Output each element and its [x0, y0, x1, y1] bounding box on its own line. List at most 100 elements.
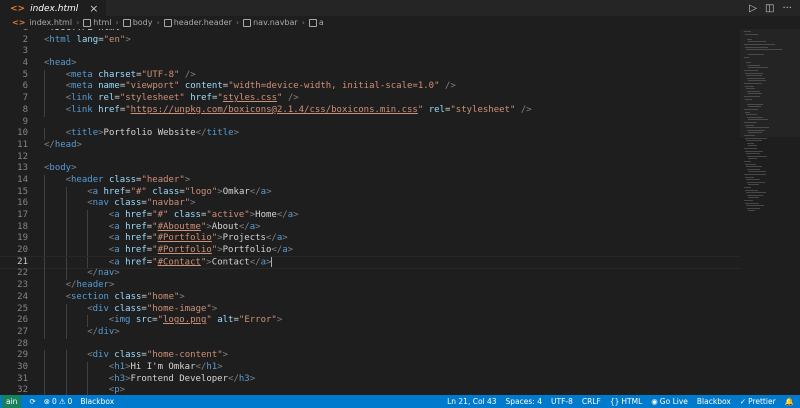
code-line[interactable]: 2 <html lang="en">: [0, 35, 740, 47]
code-line[interactable]: 32 <p>: [0, 385, 740, 395]
code-line[interactable]: 11 </head>: [0, 140, 740, 152]
minimap-line: [747, 77, 765, 79]
indent-guide: [65, 245, 67, 257]
minimap[interactable]: [740, 29, 800, 395]
code-editor[interactable]: 1<!DOCTYPE html>2<html lang="en">34<head…: [0, 29, 740, 395]
code-line[interactable]: 10 <title>Portfolio Website</title>: [0, 128, 740, 140]
code-token: </: [195, 361, 207, 372]
blackbox-right[interactable]: Blackbox: [697, 397, 731, 406]
element-icon: [122, 18, 131, 27]
code-line[interactable]: 6 <meta name="viewport" content="width=de…: [0, 81, 740, 94]
minimap-line: [744, 70, 759, 71]
line-number: 18: [17, 221, 28, 232]
code-line[interactable]: 4 <head>: [0, 58, 740, 70]
minimap-line: [745, 176, 754, 178]
split-editor-icon[interactable]: ◫: [765, 3, 774, 14]
breadcrumb-item-html[interactable]: html: [83, 18, 112, 27]
code-text: <a href="#" class="active">Home</a>: [109, 210, 299, 222]
code-line[interactable]: 3: [0, 46, 740, 58]
minimap-line: [748, 184, 759, 186]
sync-icon[interactable]: ⟳: [29, 397, 35, 406]
language-mode[interactable]: {} HTML: [610, 397, 642, 406]
line-number: 3: [22, 46, 28, 57]
indent-guide: [44, 198, 45, 210]
code-token: >: [249, 373, 256, 384]
code-line[interactable]: 15 <a href="#" class="logo">Omkar</a>: [0, 186, 740, 199]
indent-guide: [87, 221, 89, 234]
breadcrumb-item-a[interactable]: a: [308, 18, 324, 27]
tab-label: index.html: [30, 3, 79, 14]
more-actions-icon[interactable]: ···: [782, 3, 792, 14]
minimap-line: [747, 103, 764, 105]
code-token: href: [125, 233, 147, 244]
cursor-position[interactable]: Ln 21, Col 43: [447, 397, 496, 406]
minimap-line: [748, 119, 768, 121]
blackbox-left[interactable]: Blackbox: [80, 397, 114, 406]
minimap-line: [744, 122, 757, 123]
line-number: 4: [22, 58, 28, 69]
tab-index-html[interactable]: <> index.html ×: [0, 0, 107, 16]
code-token: charset: [98, 69, 137, 80]
code-line[interactable]: 19 <a href="#Portfolio">Projects</a>: [0, 233, 740, 246]
code-line[interactable]: 7 <link rel="stylesheet" href="styles.css…: [0, 93, 740, 105]
code-line[interactable]: 17 <a href="#" class="active">Home</a>: [0, 210, 740, 222]
code-line[interactable]: 9: [0, 117, 740, 129]
indentation[interactable]: Spaces: 4: [506, 397, 542, 406]
code-token: Portfolio Website: [103, 128, 196, 139]
line-number: 13: [17, 163, 28, 174]
code-text: <head>: [44, 58, 77, 70]
code-line[interactable]: 23 </header>: [0, 280, 740, 292]
code-line[interactable]: 21 <a href="#Contact">Contact</a>: [0, 255, 740, 270]
problems-indicator[interactable]: ⊗ 0 ⚠ 0: [44, 397, 73, 406]
minimap-line: [746, 205, 764, 207]
code-line[interactable]: 31 <h3>Frontend Developer</h3>: [0, 373, 740, 386]
prettier-indicator[interactable]: ✓ Prettier: [740, 397, 776, 406]
code-line[interactable]: 26 <img src="logo.png" alt="Error">: [0, 315, 740, 327]
code-line[interactable]: 28: [0, 339, 740, 351]
code-token: class: [114, 350, 142, 361]
code-token: >: [222, 350, 229, 361]
code-line[interactable]: 16 <nav class="navbar">: [0, 198, 740, 210]
line-number: 31: [17, 373, 28, 384]
code-line[interactable]: 29 <div class="home-content">: [0, 350, 740, 362]
code-line[interactable]: 14 <header class="header">: [0, 174, 740, 187]
indent-guide: [87, 373, 89, 386]
code-text: <a href="#Portfolio">Projects</a>: [109, 233, 288, 245]
code-line[interactable]: 30 <h1>Hi I'm Omkar</h1>: [0, 361, 740, 374]
code-line[interactable]: 24 <section class="home">: [0, 291, 740, 304]
line-number: 19: [17, 233, 28, 244]
encoding[interactable]: UTF-8: [551, 397, 573, 406]
breadcrumb-item-file[interactable]: index.html: [29, 18, 72, 27]
code-line[interactable]: 5 <meta charset="UTF-8" />: [0, 69, 740, 82]
remote-indicator[interactable]: ain: [2, 395, 22, 408]
bell-icon[interactable]: 🔔: [785, 397, 794, 406]
code-line[interactable]: 8 <link href="https://unpkg.com/boxicons@…: [0, 104, 740, 117]
code-token: styles.css: [222, 93, 277, 104]
indent-guide: [44, 361, 45, 374]
code-line[interactable]: 20 <a href="#Portfolio">Portfolio</a>: [0, 245, 740, 257]
line-number: 5: [22, 69, 28, 80]
code-line[interactable]: 25 <div class="home-image">: [0, 303, 740, 316]
code-line[interactable]: 27 </div>: [0, 326, 740, 339]
code-line[interactable]: 12: [0, 152, 740, 164]
close-icon[interactable]: ×: [89, 3, 98, 14]
minimap-line: [747, 181, 765, 183]
code-line[interactable]: 22 </nav>: [0, 268, 740, 281]
breadcrumb-item-body[interactable]: body: [122, 18, 153, 27]
code-token: </: [195, 128, 207, 139]
code-line[interactable]: 13 <body>: [0, 163, 740, 175]
breadcrumb-item-header[interactable]: header.header: [163, 18, 232, 27]
code-token: </: [87, 326, 99, 337]
code-token: #Aboutme: [157, 221, 201, 232]
chevron-right-icon: ›: [156, 18, 160, 27]
go-live-button[interactable]: ◉ Go Live: [651, 397, 688, 406]
code-token: "#": [152, 210, 169, 220]
code-line[interactable]: 18 <a href="#Aboutme">About</a>: [0, 221, 740, 234]
minimap-line: [744, 57, 750, 58]
line-number: 20: [17, 245, 28, 256]
breadcrumb-item-nav[interactable]: nav.navbar: [243, 18, 298, 27]
run-icon[interactable]: ▷: [749, 3, 757, 14]
code-token: #Portfolio: [157, 245, 212, 256]
minimap-line: [745, 137, 767, 139]
end-of-line[interactable]: CRLF: [582, 397, 601, 406]
